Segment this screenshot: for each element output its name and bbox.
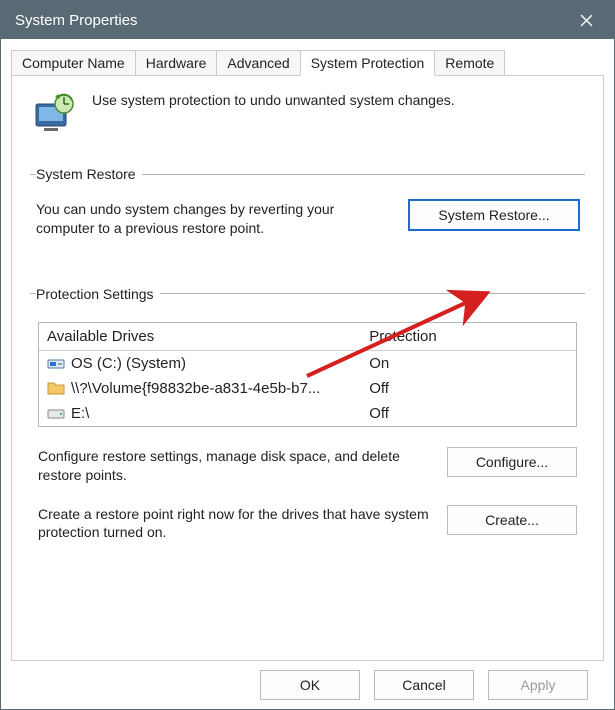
configure-button[interactable]: Configure...: [447, 447, 577, 477]
system-restore-legend: System Restore: [36, 166, 142, 182]
drive-name: E:\: [71, 405, 89, 422]
column-header-protection: Protection: [361, 323, 576, 350]
system-restore-desc: You can undo system changes by reverting…: [36, 200, 395, 238]
os-drive-icon: [47, 355, 65, 371]
tab-panel-system-protection: Use system protection to undo unwanted s…: [11, 75, 604, 661]
tab-computer-name[interactable]: Computer Name: [11, 50, 136, 75]
drive-name: \\?\Volume{f98832be-a831-4e5b-b7...: [71, 380, 320, 397]
column-header-drives: Available Drives: [39, 323, 361, 350]
drive-protection: Off: [361, 401, 576, 426]
drive-protection: Off: [361, 376, 576, 401]
create-row: Create a restore point right now for the…: [36, 499, 579, 557]
drive-name: OS (C:) (System): [71, 355, 186, 372]
configure-row: Configure restore settings, manage disk …: [36, 441, 579, 499]
folder-icon: [47, 380, 65, 396]
intro-row: Use system protection to undo unwanted s…: [30, 90, 585, 138]
tab-hardware[interactable]: Hardware: [135, 50, 218, 75]
drive-protection: On: [361, 351, 576, 376]
tab-remote[interactable]: Remote: [434, 50, 505, 75]
close-button[interactable]: [564, 5, 608, 35]
drives-list[interactable]: Available Drives Protection OS (C:) (Sys…: [38, 322, 577, 427]
create-text: Create a restore point right now for the…: [38, 505, 433, 543]
ok-button[interactable]: OK: [260, 670, 360, 700]
close-icon: [580, 14, 593, 27]
tab-system-protection[interactable]: System Protection: [300, 50, 436, 76]
drive-row[interactable]: \\?\Volume{f98832be-a831-4e5b-b7... Off: [39, 376, 576, 401]
tab-advanced[interactable]: Advanced: [216, 50, 300, 75]
system-properties-window: System Properties Computer Name Hardware…: [0, 0, 615, 710]
drive-icon: [47, 405, 65, 421]
cancel-button[interactable]: Cancel: [374, 670, 474, 700]
create-button[interactable]: Create...: [447, 505, 577, 535]
window-title: System Properties: [15, 12, 564, 29]
system-protection-icon: [30, 90, 78, 138]
protection-settings-legend: Protection Settings: [36, 286, 160, 302]
intro-text: Use system protection to undo unwanted s…: [92, 90, 455, 108]
tab-strip: Computer Name Hardware Advanced System P…: [11, 47, 604, 75]
system-restore-button[interactable]: System Restore...: [409, 200, 579, 230]
client-area: Computer Name Hardware Advanced System P…: [1, 39, 614, 709]
system-restore-group: System Restore You can undo system chang…: [30, 166, 585, 264]
protection-settings-group: Protection Settings Available Drives Pro…: [30, 286, 585, 559]
apply-button[interactable]: Apply: [488, 670, 588, 700]
system-restore-row: You can undo system changes by reverting…: [36, 196, 579, 262]
drive-row[interactable]: E:\ Off: [39, 401, 576, 426]
configure-text: Configure restore settings, manage disk …: [38, 447, 433, 485]
titlebar: System Properties: [1, 1, 614, 39]
drives-header: Available Drives Protection: [39, 323, 576, 351]
dialog-button-bar: OK Cancel Apply: [11, 661, 604, 709]
drive-row[interactable]: OS (C:) (System) On: [39, 351, 576, 376]
